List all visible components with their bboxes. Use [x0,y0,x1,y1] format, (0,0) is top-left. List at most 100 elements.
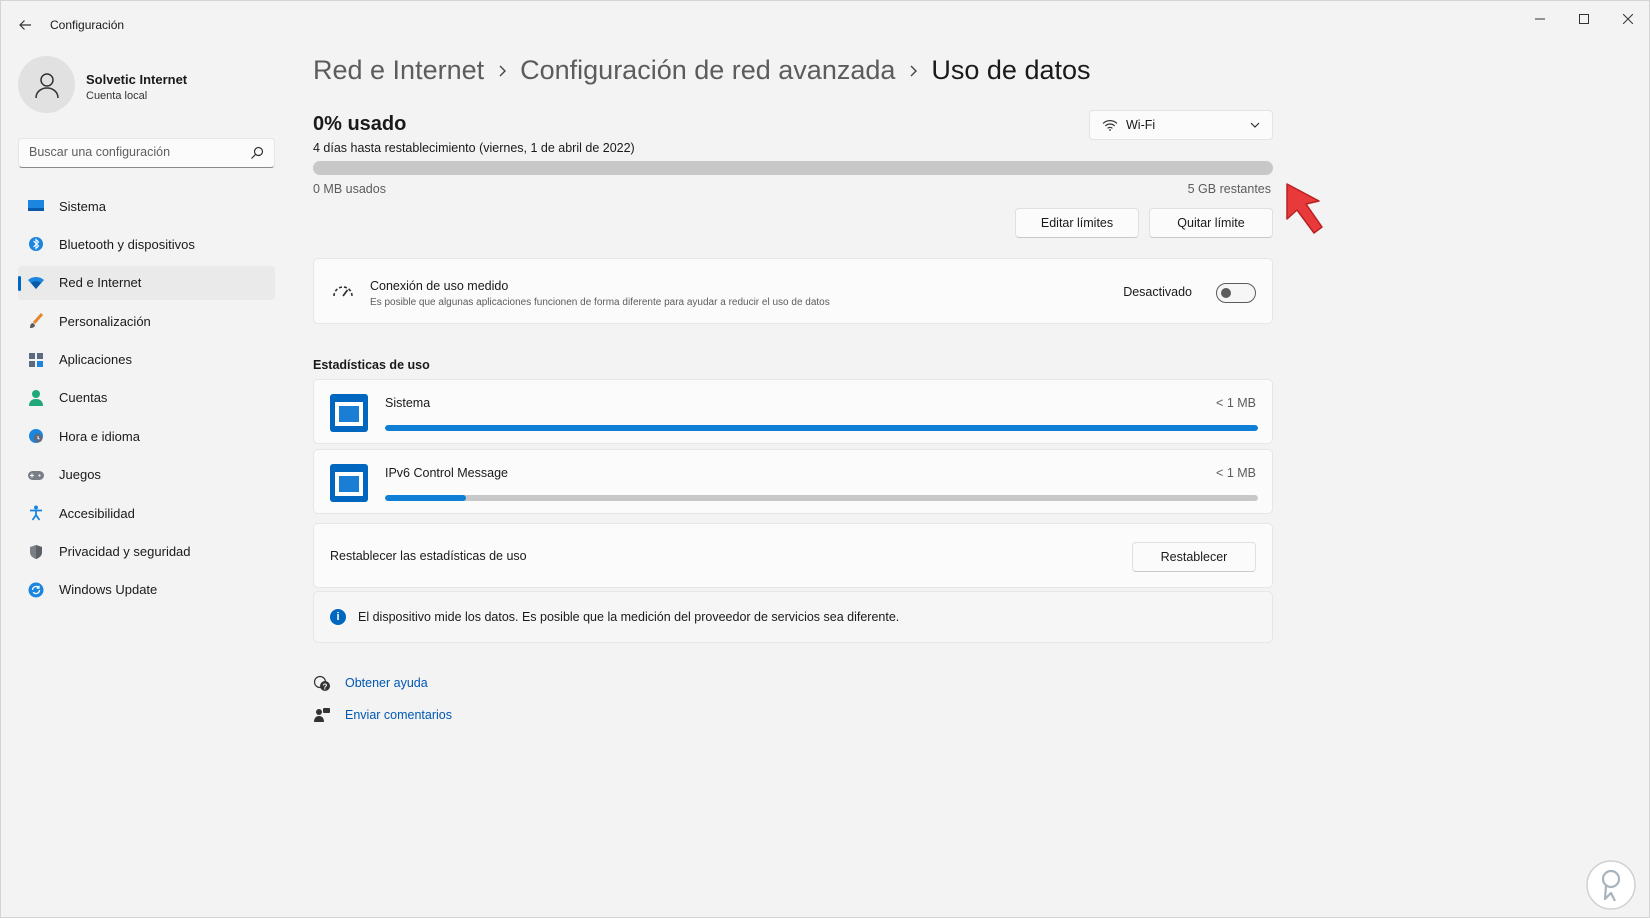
reset-button[interactable]: Restablecer [1132,542,1256,572]
chevron-right-icon [498,65,507,77]
usage-percent-title: 0% usado [313,113,407,135]
user-icon [34,72,59,98]
minimize-button[interactable] [1518,5,1562,33]
send-feedback-link[interactable]: Enviar comentarios [313,706,452,724]
shield-icon [27,543,45,561]
app-name: IPv6 Control Message [385,466,508,480]
used-amount: 0 MB usados [313,182,386,196]
app-usage-bar-fill [385,495,467,501]
maximize-icon [1579,14,1589,24]
sidebar-item-hora-idioma[interactable]: Hora e idioma [18,419,275,453]
network-dropdown[interactable]: Wi-Fi [1089,110,1273,140]
close-button[interactable] [1606,5,1650,33]
reset-stats-row: Restablecer las estadísticas de uso Rest… [313,523,1273,588]
network-dropdown-value: Wi-Fi [1126,118,1156,132]
edit-limits-button[interactable]: Editar límites [1015,208,1139,238]
chevron-right-icon [909,65,918,77]
breadcrumb-item-red-avanzada[interactable]: Configuración de red avanzada [520,55,895,86]
sidebar-item-label: Sistema [59,198,106,214]
maximize-button[interactable] [1562,5,1606,33]
app-window-icon [330,464,368,502]
avatar[interactable] [18,56,75,113]
remove-limit-button[interactable]: Quitar límite [1149,208,1273,238]
brush-icon [27,312,45,330]
monitor-icon [27,197,45,215]
bluetooth-icon [27,235,45,253]
accessibility-icon [27,504,45,522]
app-usage-row: IPv6 Control Message < 1 MB [313,449,1273,514]
app-usage-bar [385,425,1258,431]
app-usage-row: Sistema < 1 MB [313,379,1273,444]
app-window-icon [330,394,368,432]
gamepad-icon [27,466,45,484]
metered-connection-description: Es posible que algunas aplicaciones func… [370,297,830,308]
sidebar-item-privacidad[interactable]: Privacidad y seguridad [18,535,275,569]
person-icon [27,389,45,407]
get-help-label: Obtener ayuda [345,676,428,690]
sidebar-item-label: Red e Internet [59,275,142,291]
sidebar-item-label: Bluetooth y dispositivos [59,236,195,252]
annotation-arrow-icon [1286,183,1323,234]
minimize-icon [1535,18,1545,20]
title-bar: Configuración [1,1,1649,49]
apps-icon [27,351,45,369]
get-help-link[interactable]: ? Obtener ayuda [313,674,428,692]
metered-connection-title: Conexión de uso medido [370,279,509,293]
breadcrumb: Red e Internet Configuración de red avan… [313,55,1091,86]
metered-toggle[interactable] [1216,283,1256,303]
chevron-down-icon [1250,122,1260,128]
send-feedback-label: Enviar comentarios [345,708,452,722]
app-usage-bar-fill [385,425,1258,431]
app-name: Sistema [385,396,431,410]
app-usage-bar [385,495,1258,501]
sidebar-item-personalizacion[interactable]: Personalización [18,304,275,338]
update-icon [27,581,45,599]
sidebar-item-label: Personalización [59,313,151,329]
sidebar-item-label: Aplicaciones [59,352,132,368]
info-icon: i [330,609,346,625]
app-title: Configuración [50,18,125,32]
remaining-amount: 5 GB restantes [1187,182,1271,196]
search-icon[interactable] [250,146,264,160]
gauge-icon [333,286,353,297]
sidebar-item-label: Cuentas [59,390,108,406]
sidebar-item-accesibilidad[interactable]: Accesibilidad [18,496,275,530]
toggle-knob [1221,288,1231,298]
watermark-logo-icon [1586,860,1636,910]
settings-window: Configuración Solvetic Internet Cuenta l… [0,0,1650,918]
close-icon [1623,14,1633,24]
sidebar-item-red-internet[interactable]: Red e Internet [18,265,275,300]
search-input[interactable] [29,145,239,159]
wifi-icon [1102,118,1118,132]
sidebar-item-aplicaciones[interactable]: Aplicaciones [18,343,275,377]
app-usage-size: < 1 MB [1216,466,1256,480]
metered-connection-card: Conexión de uso medido Es posible que al… [313,258,1273,324]
info-text: El dispositivo mide los datos. Es posibl… [358,610,900,624]
wifi-icon [27,274,45,292]
usage-stats-heading: Estadísticas de uso [313,358,430,372]
sidebar-item-windows-update[interactable]: Windows Update [18,573,275,607]
metered-toggle-state: Desactivado [1123,285,1192,299]
search-box[interactable] [18,138,275,168]
sidebar-item-cuentas[interactable]: Cuentas [18,381,275,415]
sidebar-item-label: Windows Update [59,582,158,598]
profile-name: Solvetic Internet [86,72,188,87]
data-usage-bar [313,161,1273,175]
sidebar-item-juegos[interactable]: Juegos [18,458,275,492]
sidebar-item-bluetooth[interactable]: Bluetooth y dispositivos [18,227,275,261]
globe-clock-icon [27,427,45,445]
profile-account-type: Cuenta local [86,90,148,102]
sidebar-nav: Sistema Bluetooth y dispositivos Red e I… [18,189,275,611]
sidebar-item-label: Privacidad y seguridad [59,544,191,560]
reset-date-info: 4 días hasta restablecimiento (viernes, … [313,141,635,155]
back-button[interactable] [13,13,37,37]
help-icon: ? [313,674,331,692]
breadcrumb-item-red-internet[interactable]: Red e Internet [313,55,484,86]
sidebar-item-label: Accesibilidad [59,505,135,521]
feedback-icon [313,706,331,724]
sidebar-item-label: Hora e idioma [59,428,140,444]
sidebar-item-label: Juegos [59,467,101,483]
back-arrow-icon [19,20,31,30]
app-usage-size: < 1 MB [1216,396,1256,410]
sidebar-item-sistema[interactable]: Sistema [18,189,275,223]
